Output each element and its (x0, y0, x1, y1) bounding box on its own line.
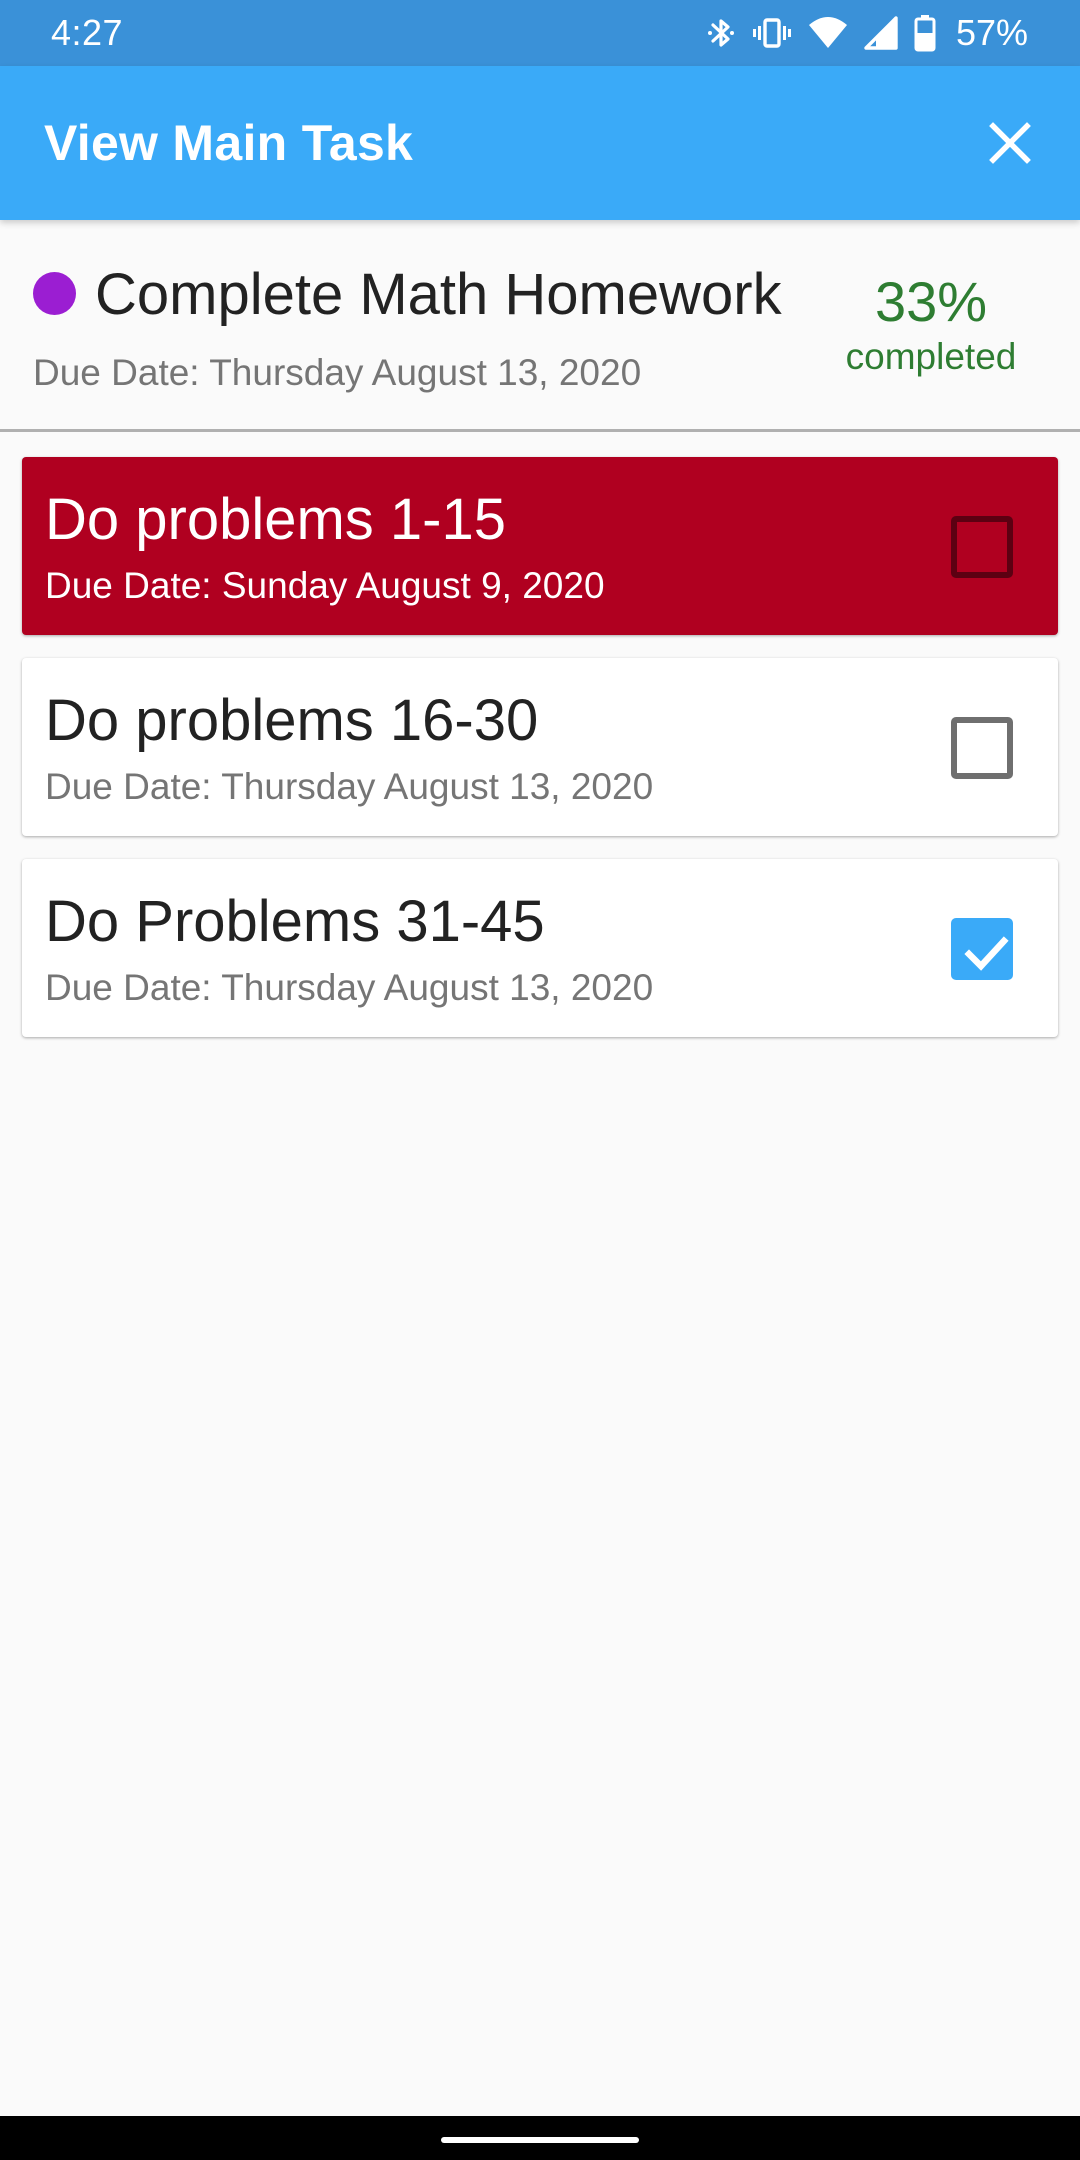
vibrate-icon (752, 15, 792, 51)
subtask-title: Do problems 1-15 (45, 487, 506, 552)
subtask-card[interactable]: Do Problems 31-45 Due Date: Thursday Aug… (22, 859, 1058, 1037)
subtask-due-date: Due Date: Sunday August 9, 2020 (45, 565, 605, 606)
app-bar: View Main Task (0, 66, 1080, 220)
progress-label: completed (845, 336, 1017, 377)
wifi-icon (808, 15, 848, 51)
status-bar: 4:27 57% (0, 0, 1080, 66)
task-color-dot (33, 272, 76, 315)
status-time: 4:27 (51, 12, 124, 53)
bluetooth-icon (706, 15, 736, 51)
navigation-bar (0, 2116, 1080, 2160)
subtask-title: Do Problems 31-45 (45, 889, 545, 954)
battery-percent: 57% (955, 12, 1028, 53)
subtask-checkbox[interactable] (951, 516, 1013, 578)
main-task-header: Complete Math Homework Due Date: Thursda… (0, 220, 1080, 432)
subtask-checkbox[interactable] (951, 918, 1013, 980)
subtask-due-date: Due Date: Thursday August 13, 2020 (45, 766, 654, 807)
subtask-card[interactable]: Do problems 16-30 Due Date: Thursday Aug… (22, 658, 1058, 836)
close-icon (989, 122, 1031, 164)
signal-icon (864, 15, 898, 51)
status-icons: 57% (706, 12, 1028, 54)
battery-icon (914, 14, 936, 52)
progress-indicator: 33% completed (816, 268, 1046, 378)
subtask-due-date: Due Date: Thursday August 13, 2020 (45, 967, 654, 1008)
main-task-title: Complete Math Homework (95, 262, 782, 327)
subtask-card[interactable]: Do problems 1-15 Due Date: Sunday August… (22, 457, 1058, 635)
progress-percent: 33% (874, 270, 988, 333)
close-button[interactable] (970, 103, 1050, 183)
check-icon (964, 936, 1009, 971)
main-task-due-date: Due Date: Thursday August 13, 2020 (33, 352, 642, 393)
page-title: View Main Task (44, 115, 414, 171)
home-gesture-handle[interactable] (441, 2137, 639, 2143)
subtask-title: Do problems 16-30 (45, 688, 539, 753)
subtask-checkbox[interactable] (951, 717, 1013, 779)
